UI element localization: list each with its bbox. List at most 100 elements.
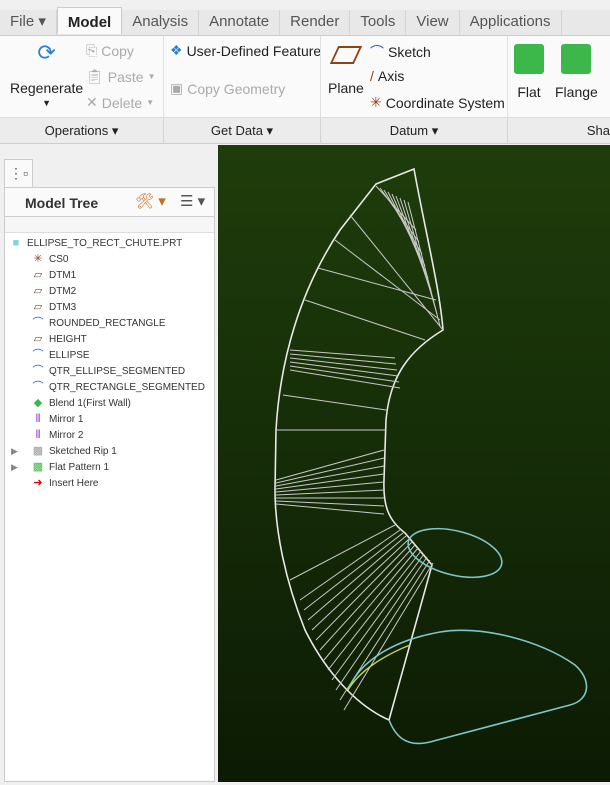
bend-line — [323, 547, 419, 661]
group-get-data[interactable]: Get Data ▾ — [164, 118, 321, 144]
plane-icon: ▱ — [33, 269, 43, 281]
model-tree-title: Model Tree — [25, 195, 99, 211]
tree-columns-icon[interactable]: ☰ ▾ — [180, 192, 205, 210]
group-label: Get Data — [210, 123, 263, 138]
bend-line — [349, 214, 444, 331]
tree-item-label: ROUNDED_RECTANGLE — [49, 317, 166, 329]
delete-icon: ✕ — [86, 94, 98, 110]
tree-item[interactable]: ▶ ▩ Flat Pattern 1 — [11, 459, 109, 475]
tree-item[interactable]: ✳ CS0 — [31, 251, 68, 267]
tree-item[interactable]: ⫴ Mirror 1 — [31, 411, 84, 427]
paste-button[interactable]: 📋︎ Paste ▼ — [86, 68, 156, 85]
expand-arrow-icon[interactable]: ▶ — [11, 446, 31, 457]
tree-item-label: HEIGHT — [49, 333, 87, 345]
bend-line — [289, 369, 401, 389]
sketch-icon: ⌒ — [32, 381, 44, 393]
tree-item-label: ELLIPSE_TO_RECT_CHUTE.PRT — [27, 237, 183, 249]
flat-pattern-icon: ▩ — [32, 461, 44, 473]
tab-analysis[interactable]: Analysis — [122, 10, 200, 35]
tree-item-label: Mirror 2 — [49, 429, 84, 441]
group-operations[interactable]: Operations ▾ — [0, 118, 164, 144]
tree-item[interactable]: ⌒ ELLIPSE — [31, 347, 90, 363]
graphics-viewport[interactable] — [218, 145, 610, 782]
paste-label: Paste — [107, 68, 144, 85]
sketch-icon: ⌒ — [370, 44, 384, 60]
tree-item-label: CS0 — [49, 253, 69, 265]
bend-line — [304, 299, 426, 341]
tree-item[interactable]: ▱ DTM2 — [31, 283, 76, 299]
chevron-down-icon: ▼ — [147, 72, 156, 81]
tree-item[interactable]: ▱ HEIGHT — [31, 331, 87, 347]
csys-icon: ✳ — [370, 94, 382, 110]
udf-button[interactable]: ❖ User-Defined Feature — [170, 42, 321, 59]
tree-item[interactable]: ▱ DTM1 — [31, 267, 76, 283]
model-tree-tab-icon[interactable]: ⋮▫ — [4, 159, 33, 187]
ribbon-group-labels: Operations ▾ Get Data ▾ Datum ▾ Sha — [0, 118, 610, 144]
expand-arrow-icon[interactable]: ▶ — [11, 462, 31, 473]
plane-label: Plane — [328, 80, 364, 96]
tree-item[interactable]: ▱ DTM3 — [31, 299, 76, 315]
tree-item[interactable]: ▶ ▩ Sketched Rip 1 — [11, 443, 117, 459]
rip-icon: ▩ — [32, 445, 44, 457]
tab-tools[interactable]: Tools — [350, 10, 407, 35]
axis-icon: / — [370, 68, 374, 84]
flat-button[interactable]: Flat — [514, 44, 544, 100]
tree-item[interactable]: ◆ Blend 1(First Wall) — [31, 395, 131, 411]
tab-view[interactable]: View — [406, 10, 460, 35]
sketch-icon: ⌒ — [32, 317, 44, 329]
ribbon: ⟳ Regenerate ▼ ⎘ Copy 📋︎ Paste ▼ ✕ Delete ▼ ❖… — [0, 36, 610, 118]
tab-render[interactable]: Render — [280, 10, 351, 35]
bend-line — [317, 267, 437, 301]
tab-annotate[interactable]: Annotate — [199, 10, 281, 35]
copy-geometry-button[interactable]: ▣ Copy Geometry — [170, 80, 285, 97]
group-label: Datum — [389, 123, 429, 138]
sketch-icon: ⌒ — [32, 349, 44, 361]
plane-icon: ▱ — [33, 301, 43, 313]
tab-label: File — [10, 13, 35, 30]
tree-item[interactable]: ⌒ QTR_ELLIPSE_SEGMENTED — [31, 363, 186, 379]
flange-wall-icon — [561, 44, 592, 74]
flange-label: Flange — [555, 84, 598, 100]
tree-item[interactable]: ⌒ QTR_RECTANGLE_SEGMENTED — [31, 379, 205, 395]
divider — [507, 36, 508, 118]
bend-line — [303, 532, 404, 611]
model-tree: ■ ELLIPSE_TO_RECT_CHUTE.PRT ✳ CS0 ▱ DTM1 ▱ DTM2… — [4, 216, 215, 782]
tree-item[interactable]: ■ ELLIPSE_TO_RECT_CHUTE.PRT — [9, 235, 183, 251]
coordinate-system-button[interactable]: ✳ Coordinate System — [370, 94, 505, 111]
tree-item[interactable]: ⌒ ROUNDED_RECTANGLE — [31, 315, 166, 331]
sketch-label: Sketch — [388, 44, 431, 60]
plane-button[interactable]: Plane — [328, 46, 364, 96]
delete-button[interactable]: ✕ Delete ▼ — [86, 94, 154, 111]
mirror-icon: ⫴ — [35, 413, 41, 425]
sketch-icon: ⌒ — [32, 365, 44, 377]
tree-item-label: QTR_RECTANGLE_SEGMENTED — [49, 381, 205, 393]
axis-button[interactable]: / Axis — [370, 68, 404, 84]
bend-line — [289, 524, 396, 581]
regenerate-icon: ⟳ — [37, 40, 56, 65]
tab-file[interactable]: File ▾ — [0, 10, 57, 35]
tree-header: Model Tree 🛠︎ ▾ ☰ ▾ — [4, 187, 215, 217]
copy-geometry-icon: ▣ — [170, 80, 184, 96]
delete-label: Delete — [101, 94, 143, 111]
tree-settings-icon[interactable]: 🛠︎ ▾ — [135, 192, 166, 210]
tab-model[interactable]: Model — [56, 7, 123, 34]
group-datum[interactable]: Datum ▾ — [321, 118, 508, 144]
chevron-down-icon: ▼ — [42, 98, 52, 108]
tab-applications[interactable]: Applications — [460, 10, 562, 35]
chevron-down-icon: ▼ — [146, 98, 155, 107]
bend-line — [289, 353, 397, 365]
bend-line — [289, 349, 396, 359]
bend-line — [275, 457, 385, 484]
regenerate-button[interactable]: ⟳ Regenerate ▼ — [10, 40, 83, 108]
copy-geometry-label: Copy Geometry — [187, 80, 286, 97]
group-shapes[interactable]: Sha — [508, 118, 610, 144]
bend-line — [299, 529, 401, 601]
sketch-button[interactable]: ⌒ Sketch — [370, 42, 431, 62]
copy-button[interactable]: ⎘ Copy — [86, 42, 134, 59]
bend-line — [334, 239, 441, 321]
flange-button[interactable]: Flange — [555, 44, 598, 100]
tree-item[interactable]: ➜ Insert Here — [31, 475, 98, 491]
paste-icon: 📋︎ — [86, 68, 104, 84]
blend-icon: ◆ — [33, 397, 43, 409]
tree-item[interactable]: ⫴ Mirror 2 — [31, 427, 84, 443]
